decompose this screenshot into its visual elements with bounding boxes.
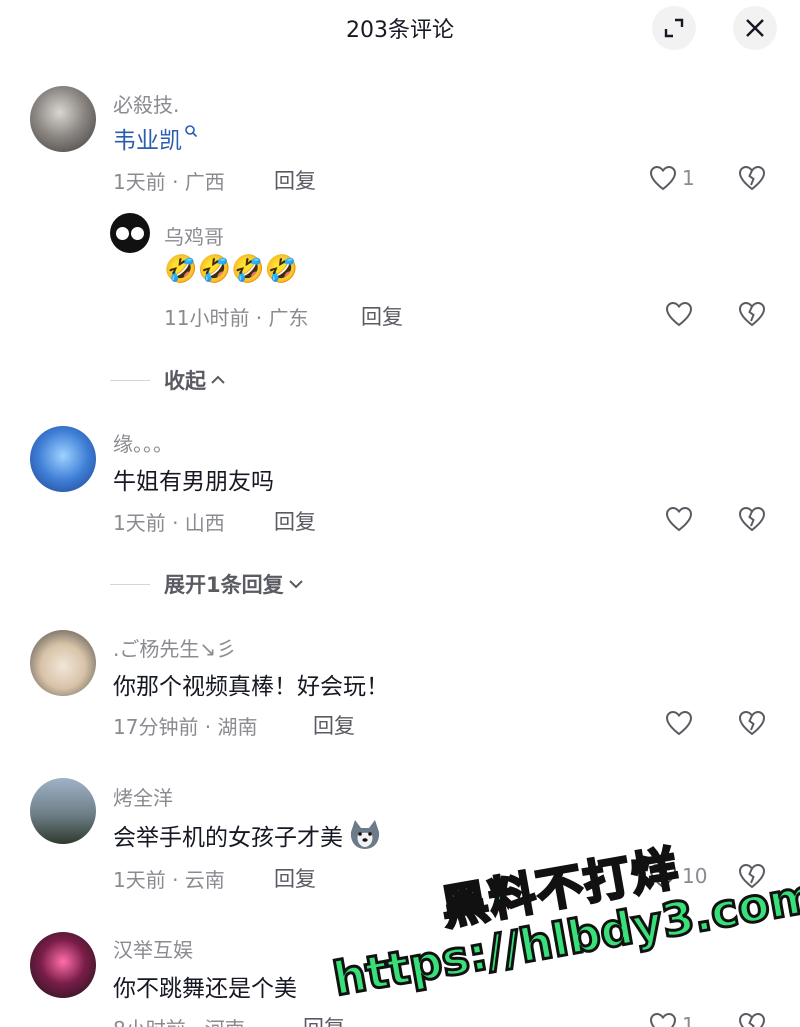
comment-time-location: 1天前 · 广西: [113, 170, 225, 194]
eye-right: [131, 226, 144, 240]
watermark-line2: https://hlbdy3.com: [328, 866, 800, 1007]
comment-text: 你那个视频真棒！好会玩！: [113, 674, 389, 700]
close-button[interactable]: [733, 6, 777, 50]
dislike-button[interactable]: [737, 1011, 767, 1027]
reply-button[interactable]: 回复: [274, 506, 316, 536]
comment-time-location: 1天前 · 云南: [113, 868, 225, 892]
reply-avatar[interactable]: [110, 213, 150, 253]
comment-time-location: 17分钟前 · 湖南: [113, 715, 258, 739]
heart-icon: [665, 506, 693, 532]
reply-button[interactable]: 回复: [313, 710, 355, 740]
broken-heart-icon: [738, 863, 766, 889]
avatar[interactable]: [30, 86, 96, 152]
avatar[interactable]: [30, 778, 96, 844]
broken-heart-icon: [738, 301, 766, 327]
comment-username[interactable]: .ご杨先生↘彡: [113, 633, 236, 662]
heart-icon: [665, 301, 693, 327]
dislike-button[interactable]: [737, 709, 767, 741]
like-button[interactable]: 1: [648, 164, 695, 192]
like-button[interactable]: [664, 505, 694, 533]
divider-line: [110, 583, 150, 585]
collapse-label[interactable]: 收起: [164, 365, 226, 395]
like-count: 1: [682, 166, 695, 190]
comment-username[interactable]: 必殺技.: [113, 89, 179, 118]
dislike-button[interactable]: [737, 505, 767, 537]
broken-heart-icon: [738, 1012, 766, 1027]
comment-text: 会举手机的女孩子才美: [113, 818, 383, 852]
dislike-button[interactable]: [737, 300, 767, 332]
like-button[interactable]: [664, 300, 694, 328]
chevron-up-icon: [211, 375, 225, 384]
avatar[interactable]: [30, 932, 96, 998]
reply-time-location: 11小时前 · 广东: [164, 306, 309, 330]
watermark-line1: 黑料不打烊: [436, 839, 685, 937]
broken-heart-icon: [738, 165, 766, 191]
comments-header: 203条评论: [0, 0, 800, 56]
close-icon: [746, 19, 764, 37]
avatar[interactable]: [30, 426, 96, 492]
husky-emoji-icon: [350, 820, 380, 849]
broken-heart-icon: [738, 710, 766, 736]
avatar[interactable]: [30, 630, 96, 696]
like-count: 1: [682, 1013, 695, 1027]
expand-label[interactable]: 展开1条回复: [164, 569, 304, 599]
dislike-button[interactable]: [737, 862, 767, 894]
collapse-text: 收起: [164, 369, 206, 393]
expand-icon: [664, 18, 684, 38]
expand-button[interactable]: [652, 6, 696, 50]
divider-line: [110, 379, 150, 381]
comment-text: 韦业凯: [113, 121, 198, 155]
reply-button[interactable]: 回复: [274, 165, 316, 195]
heart-icon: [649, 863, 677, 889]
comment-text-content: 会举手机的女孩子才美: [113, 825, 343, 851]
chevron-down-icon: [288, 580, 303, 589]
heart-icon: [649, 1012, 677, 1027]
like-button[interactable]: 10: [648, 862, 707, 890]
heart-icon: [649, 165, 677, 191]
comment-text: 牛姐有男朋友吗: [113, 469, 274, 495]
search-icon: [185, 125, 198, 138]
comment-username[interactable]: 烤全洋: [113, 782, 173, 811]
search-link[interactable]: 韦业凯: [113, 121, 182, 155]
broken-heart-icon: [738, 506, 766, 532]
comment-text: 你不跳舞还是个美: [113, 976, 297, 1002]
reply-button[interactable]: 回复: [303, 1012, 345, 1027]
like-button[interactable]: [664, 709, 694, 737]
like-button[interactable]: 1: [648, 1011, 695, 1027]
dislike-button[interactable]: [737, 164, 767, 196]
expand-text: 展开1条回复: [164, 573, 284, 597]
collapse-replies[interactable]: 收起: [110, 365, 226, 395]
reply-button[interactable]: 回复: [361, 301, 403, 331]
eye-left: [116, 226, 129, 240]
reply-button[interactable]: 回复: [274, 863, 316, 893]
comment-username[interactable]: 缘。。。: [113, 428, 173, 457]
reply-text: 🤣🤣🤣🤣: [164, 254, 299, 285]
like-count: 10: [682, 864, 708, 888]
watermark: 黑料不打烊 https://hlbdy3.com: [328, 839, 800, 1027]
reply-username[interactable]: 乌鸡哥: [164, 221, 224, 250]
comment-username[interactable]: 汉举互娱: [113, 934, 193, 963]
comment-time-location: 1天前 · 山西: [113, 511, 225, 535]
comment-time-location: 8小时前 · 河南: [113, 1013, 245, 1027]
expand-replies[interactable]: 展开1条回复: [110, 569, 304, 599]
heart-icon: [665, 710, 693, 736]
